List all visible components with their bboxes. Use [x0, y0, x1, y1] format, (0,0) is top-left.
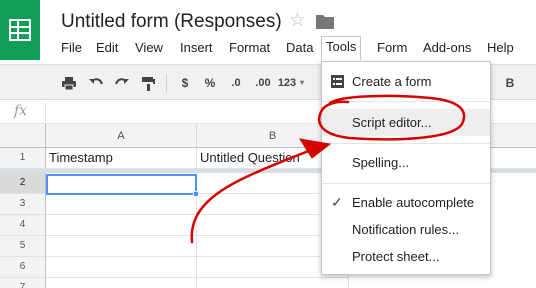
row-header[interactable]: 4: [0, 215, 46, 236]
formula-separator: [45, 103, 46, 121]
checkmark-icon: ✓: [331, 194, 343, 210]
menu-item-label: Create a form: [352, 74, 432, 89]
fill-handle[interactable]: [193, 191, 199, 197]
active-cell-selection[interactable]: [46, 174, 197, 195]
table-cell[interactable]: [46, 236, 197, 257]
menu-format[interactable]: Format: [225, 38, 274, 60]
chevron-down-icon[interactable]: ▾: [298, 74, 306, 92]
tools-menu-dropdown: Create a form Script editor... Spelling.…: [321, 61, 491, 275]
table-cell[interactable]: [46, 278, 197, 288]
row-header[interactable]: 7: [0, 278, 46, 288]
menu-add-ons[interactable]: Add-ons: [419, 38, 475, 60]
menu-insert[interactable]: Insert: [176, 38, 217, 60]
menu-item-script-editor[interactable]: Script editor...: [322, 109, 490, 136]
menu-item-label: Spelling...: [352, 155, 410, 170]
bold-button[interactable]: B: [503, 74, 517, 92]
toolbar-overflow-button[interactable]: [529, 74, 536, 92]
menu-help[interactable]: Help: [483, 38, 518, 60]
table-cell[interactable]: [46, 257, 197, 278]
menu-data[interactable]: Data: [282, 38, 317, 60]
menu-bar: File Edit View Insert Format Data Tools …: [0, 36, 536, 60]
table-cell[interactable]: [197, 278, 349, 288]
menu-item-protect-sheet[interactable]: Protect sheet...: [322, 243, 490, 270]
menu-file[interactable]: File: [57, 38, 86, 60]
menu-item-label: Enable autocomplete: [352, 195, 475, 210]
cell-a1[interactable]: Timestamp: [46, 148, 197, 169]
currency-format-button[interactable]: $: [180, 74, 190, 92]
menu-item-enable-autocomplete[interactable]: ✓ Enable autocomplete: [322, 189, 490, 216]
menu-item-label: Notification rules...: [352, 222, 459, 237]
table-cell[interactable]: [46, 194, 197, 215]
table-cell[interactable]: [46, 215, 197, 236]
menu-item-label: Protect sheet...: [352, 249, 440, 264]
undo-icon[interactable]: [88, 74, 104, 92]
menu-form[interactable]: Form: [373, 38, 411, 60]
menu-item-label: Script editor...: [352, 115, 432, 130]
form-icon: [331, 75, 344, 88]
folder-icon[interactable]: [316, 14, 334, 29]
menu-tools[interactable]: Tools: [321, 36, 362, 60]
menu-item-create-form[interactable]: Create a form: [322, 68, 490, 95]
document-title[interactable]: Untitled form (Responses): [61, 11, 282, 33]
menu-item-notification-rules[interactable]: Notification rules...: [322, 216, 490, 243]
more-formats-button[interactable]: 123: [276, 74, 298, 92]
row-header[interactable]: 2: [0, 173, 46, 194]
menu-edit[interactable]: Edit: [92, 38, 122, 60]
redo-icon[interactable]: [114, 74, 130, 92]
menu-view[interactable]: View: [131, 38, 167, 60]
star-icon[interactable]: ☆: [289, 10, 306, 32]
row-header[interactable]: 3: [0, 194, 46, 215]
function-icon: fx: [14, 103, 28, 119]
row-header[interactable]: 1: [0, 148, 46, 169]
menu-separator: [322, 101, 490, 102]
menu-separator: [322, 143, 490, 144]
percent-format-button[interactable]: %: [203, 74, 217, 92]
print-icon[interactable]: [61, 74, 77, 92]
row-header[interactable]: 6: [0, 257, 46, 278]
select-all-corner[interactable]: [0, 124, 46, 148]
paint-format-icon[interactable]: [140, 74, 156, 92]
row-header[interactable]: 5: [0, 236, 46, 257]
decrease-decimals-button[interactable]: .0: [228, 74, 244, 92]
column-header-a[interactable]: A: [46, 124, 197, 148]
toolbar-separator: [166, 74, 167, 92]
menu-separator: [322, 183, 490, 184]
increase-decimals-button[interactable]: .00: [253, 74, 273, 92]
menu-item-spelling[interactable]: Spelling...: [322, 149, 490, 176]
